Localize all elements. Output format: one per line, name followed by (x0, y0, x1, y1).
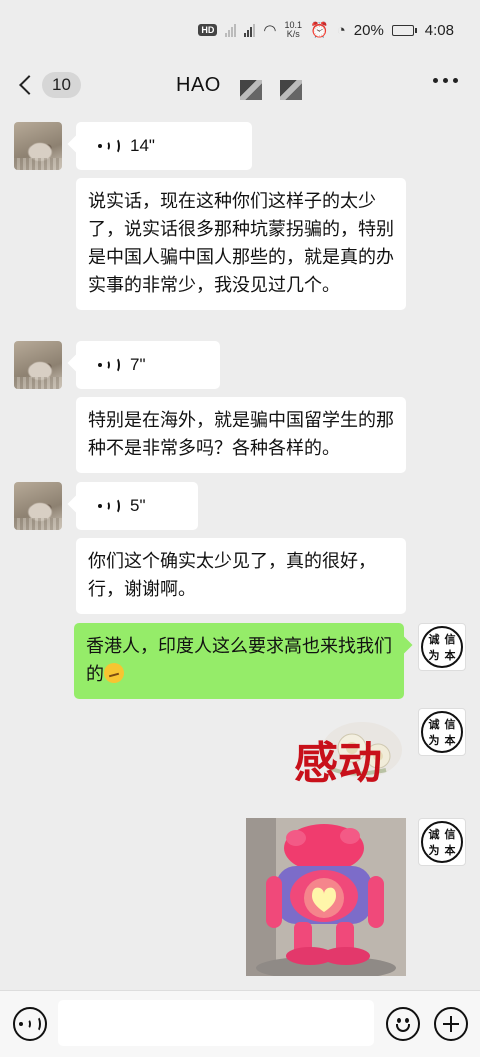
pixelated-name-part (280, 80, 302, 100)
my-avatar[interactable]: 诚信为本 (418, 623, 466, 671)
back-chevron-icon (19, 75, 39, 95)
alarm-icon: ⏰ (310, 22, 329, 39)
signal-icon-2 (244, 23, 256, 37)
sticker-text: 感动 (294, 738, 382, 789)
battery-percent: 20% (353, 21, 384, 39)
image-message[interactable] (246, 818, 406, 976)
voice-duration: 5" (130, 496, 146, 515)
status-bar: HD ◠ 10.1 K/s ⏰ ◔ 20% 4:08 (0, 0, 480, 60)
unread-count-badge: 10 (42, 72, 81, 98)
voice-message[interactable]: 7" (76, 341, 220, 389)
battery-icon (391, 24, 417, 36)
hd-badge: HD (198, 24, 218, 36)
back-button[interactable]: 10 (16, 72, 81, 98)
wifi-icon: ◠ (263, 22, 277, 39)
clock: 4:08 (424, 21, 454, 39)
more-options-button[interactable] (433, 78, 458, 83)
signal-icon (225, 23, 237, 37)
voice-duration: 14" (130, 136, 155, 155)
thinking-face-icon (104, 663, 124, 683)
chat-title: HAO (176, 74, 221, 96)
my-avatar[interactable]: 诚信为本 (418, 818, 466, 866)
voice-wave-icon (98, 138, 120, 154)
voice-input-button[interactable] (13, 1007, 47, 1041)
seal-logo: 诚信为本 (421, 711, 463, 753)
contact-avatar[interactable] (14, 341, 62, 389)
pink-toy-photo (246, 818, 406, 976)
more-actions-button[interactable] (434, 1007, 468, 1041)
voice-wave-icon (98, 498, 120, 514)
rose-illustration: 感动 (294, 722, 402, 789)
text-message[interactable]: 说实话，现在这种你们这样子的太少了，说实话很多那种坑蒙拐骗的，特别是中国人骗中国… (76, 178, 406, 310)
text-message[interactable]: 你们这个确实太少见了，真的很好，行，谢谢啊。 (76, 538, 406, 614)
input-bar (0, 990, 480, 1057)
chat-header: 10 HAO (0, 60, 480, 112)
voice-message[interactable]: 14" (76, 122, 252, 170)
voice-message[interactable]: 5" (76, 482, 198, 530)
voice-duration: 7" (130, 355, 146, 374)
voice-wave-icon (98, 357, 120, 373)
outgoing-text: 香港人，印度人这么要求高也来找我们的 (86, 636, 392, 685)
contact-avatar[interactable] (14, 482, 62, 530)
network-speed: 10.1 K/s (284, 20, 303, 39)
gauge-icon: ◔ (336, 21, 346, 39)
emoji-button[interactable] (386, 1007, 420, 1041)
my-avatar[interactable]: 诚信为本 (418, 708, 466, 756)
outgoing-text-message[interactable]: 香港人，印度人这么要求高也来找我们的 (74, 623, 404, 699)
seal-logo: 诚信为本 (421, 626, 463, 668)
gandong-sticker[interactable]: 感动 (290, 708, 406, 804)
voice-wave-icon (19, 1016, 41, 1032)
contact-avatar[interactable] (14, 122, 62, 170)
text-message[interactable]: 特别是在海外，就是骗中国留学生的那种不是非常多吗？各种各样的。 (76, 397, 406, 473)
seal-logo: 诚信为本 (421, 821, 463, 863)
message-input[interactable] (58, 1000, 374, 1046)
pixelated-name-part (240, 80, 262, 100)
